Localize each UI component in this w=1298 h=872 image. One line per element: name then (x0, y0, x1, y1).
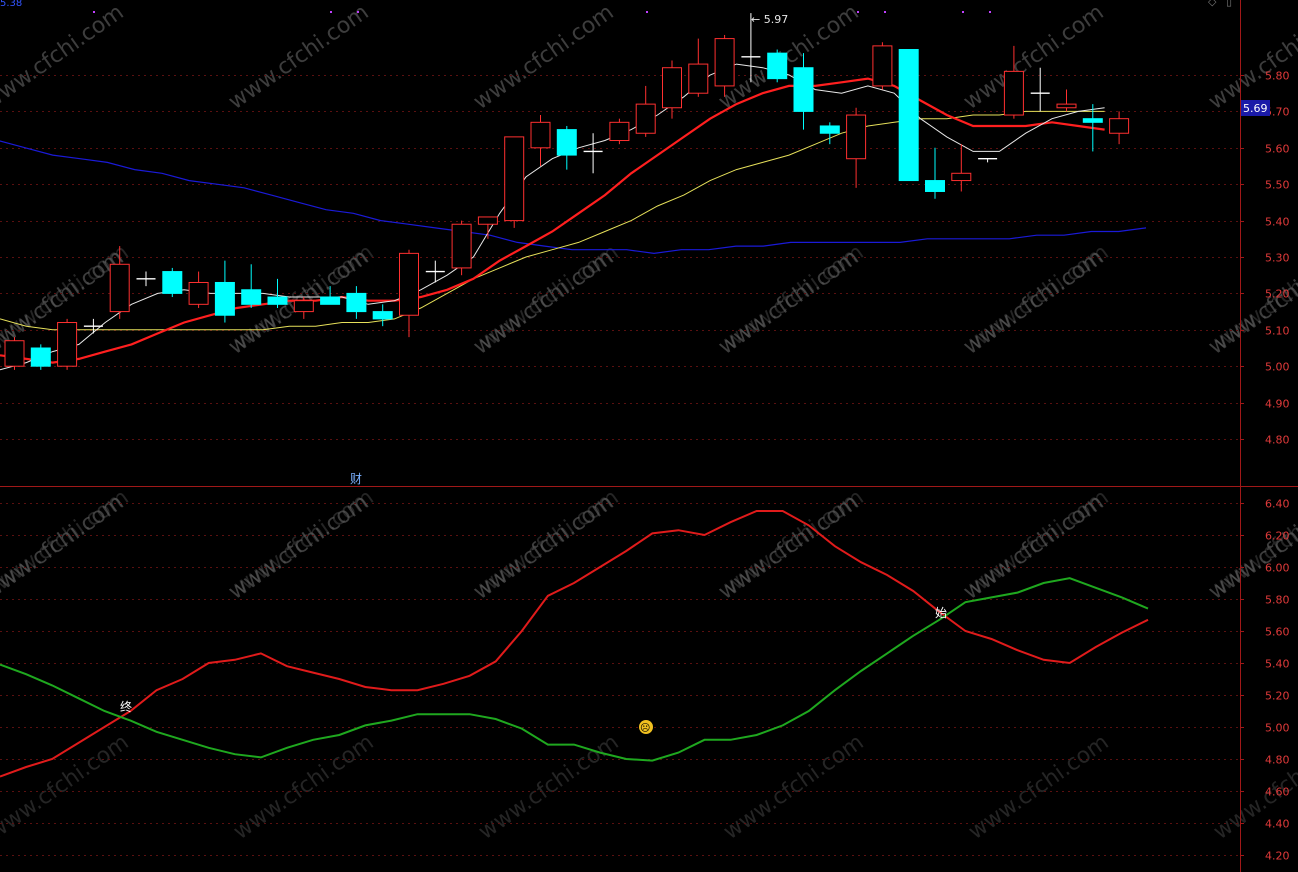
sub-tick-label: 5.40 (1265, 658, 1290, 671)
candle-body-up (109, 263, 130, 313)
candle[interactable] (30, 344, 51, 370)
candle[interactable] (609, 118, 630, 145)
candle-body-up (293, 300, 314, 313)
sub-tick-label: 5.80 (1265, 594, 1290, 607)
main-tick-label: 5.50 (1265, 179, 1290, 192)
candle-body-up (504, 136, 525, 222)
candle[interactable] (162, 267, 183, 298)
main-tick-label: 4.90 (1265, 398, 1290, 411)
candle-body-up (1056, 103, 1077, 109)
candle-body-down (214, 281, 235, 316)
event-dot (857, 11, 859, 13)
candle-body-up (1109, 118, 1130, 134)
candle-body-up (4, 340, 25, 367)
event-dot (646, 11, 648, 13)
top-left-label: 5.38 (0, 0, 22, 9)
sub-tick-label: 4.20 (1265, 850, 1290, 863)
sub-tick-label: 5.20 (1265, 690, 1290, 703)
scroll-icon[interactable]: ▯ (1226, 0, 1232, 8)
candle[interactable] (451, 220, 472, 276)
sub-tick-label: 5.60 (1265, 626, 1290, 639)
diamond-icon[interactable]: ◇ (1208, 0, 1217, 8)
candle-body-up (451, 223, 472, 269)
candle-body-down (320, 296, 341, 305)
candle-body-up (635, 103, 656, 134)
sub-tick-label: 6.20 (1265, 530, 1290, 543)
candle-body-down (556, 129, 577, 156)
end-signal-label: 终 (120, 699, 132, 714)
main-tick-label: 5.10 (1265, 325, 1290, 338)
main-tick-label: 5.20 (1265, 288, 1290, 301)
candle[interactable] (57, 318, 78, 370)
candle-body-down (346, 292, 367, 313)
candle[interactable] (4, 337, 25, 370)
candle-body-down (793, 67, 814, 112)
main-tick-label: 5.60 (1265, 143, 1290, 156)
sub-tick-label: 6.40 (1265, 498, 1290, 511)
candle-body-down (241, 289, 262, 305)
event-dot (884, 11, 886, 13)
candle-body-down (30, 347, 51, 367)
candle-body-up (530, 121, 551, 149)
main-tick-label: 5.80 (1265, 70, 1290, 83)
sad-face-glyph: ☹ (640, 723, 650, 734)
candle-body-down (819, 125, 840, 134)
candle-body-down (767, 52, 788, 80)
main-tick-label: 5.40 (1265, 216, 1290, 229)
event-dot (962, 11, 964, 13)
main-tick-label: 4.80 (1265, 434, 1290, 447)
candle-body-down (372, 311, 393, 320)
sub-tick-label: 5.00 (1265, 722, 1290, 735)
sub-tick-label: 4.60 (1265, 786, 1290, 799)
candle-body-down (925, 180, 945, 192)
start-signal-label: 始 (935, 606, 947, 620)
candle[interactable] (504, 136, 525, 228)
candle-body-up (609, 121, 630, 142)
event-dot (330, 11, 332, 13)
candle-body-up (399, 252, 419, 316)
sub-tick-label: 6.00 (1265, 562, 1290, 575)
candle-body-up (477, 216, 498, 225)
cai-marker: 财 (350, 472, 362, 486)
event-dot (357, 11, 359, 13)
candle[interactable] (767, 49, 788, 83)
sub-tick-label: 4.80 (1265, 754, 1290, 767)
price-tag: 5.69 (1241, 100, 1270, 116)
candle-body-up (662, 67, 682, 109)
candle-body-up (188, 281, 209, 305)
candle-body-up (951, 172, 972, 182)
sub-tick-label: 4.40 (1265, 818, 1290, 831)
main-tick-label: 5.30 (1265, 252, 1290, 265)
candle-body-up (1003, 70, 1024, 116)
candle[interactable] (872, 42, 893, 90)
candle-body-down (1082, 118, 1103, 123)
candle-body-up (688, 63, 709, 94)
candle-body-down (162, 271, 183, 294)
event-dot (989, 11, 991, 13)
candle-body-up (57, 322, 78, 367)
candle-body-down (898, 49, 919, 182)
candle-body-up (846, 114, 867, 160)
event-dot (93, 11, 95, 13)
stock-chart[interactable]: www.cfchi.comwww.cfchi.com www.cfchi.comw… (0, 0, 1298, 872)
candle[interactable] (898, 49, 919, 182)
candle-body-up (714, 38, 735, 87)
price-tag-label: 5.69 (1243, 102, 1268, 115)
candle-body-down (267, 296, 288, 305)
main-tick-label: 5.00 (1265, 361, 1290, 374)
candle-body-up (872, 45, 893, 87)
peak-price-label: ← 5.97 (751, 13, 788, 26)
